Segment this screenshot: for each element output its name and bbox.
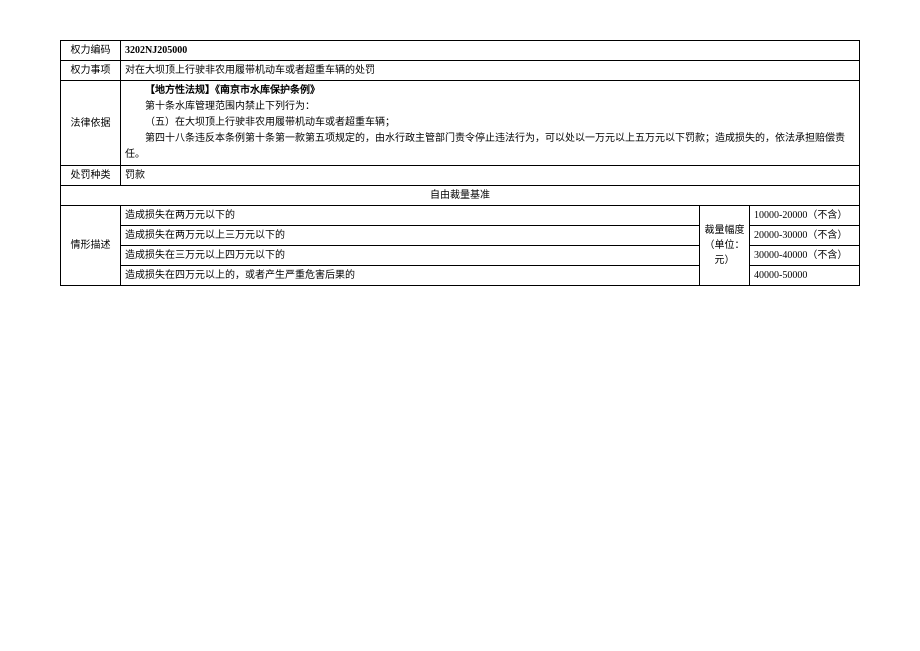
situation-desc-3: 造成损失在四万元以上的，或者产生严重危害后果的	[121, 266, 700, 286]
code-label: 权力编码	[61, 41, 121, 61]
main-table: 权力编码 3202NJ205000 权力事项 对在大坝顶上行驶非农用履带机动车或…	[60, 40, 860, 286]
legal-line-2: 第十条水库管理范围内禁止下列行为：	[125, 99, 855, 115]
discretion-header: 自由裁量基准	[61, 186, 860, 206]
situation-range-1: 20000-30000（不含）	[750, 226, 860, 246]
situation-label: 情形描述	[61, 206, 121, 286]
code-value: 3202NJ205000	[121, 41, 860, 61]
situation-range-2: 30000-40000（不含）	[750, 246, 860, 266]
item-label: 权力事项	[61, 61, 121, 81]
legal-basis-cell: 【地方性法规】《南京市水库保护条例》 第十条水库管理范围内禁止下列行为： （五）…	[121, 81, 860, 166]
situation-range-0: 10000-20000（不含）	[750, 206, 860, 226]
legal-line-4: 第四十八条违反本条例第十条第一款第五项规定的，由水行政主管部门责令停止违法行为，…	[125, 131, 855, 163]
legal-line-3: （五）在大坝顶上行驶非农用履带机动车或者超重车辆；	[125, 115, 855, 131]
legal-line-1: 【地方性法规】《南京市水库保护条例》	[125, 83, 855, 99]
penalty-label: 处罚种类	[61, 166, 121, 186]
range-unit-label: 裁量幅度（单位：元）	[700, 206, 750, 286]
item-value: 对在大坝顶上行驶非农用履带机动车或者超重车辆的处罚	[121, 61, 860, 81]
penalty-value: 罚款	[121, 166, 860, 186]
situation-range-3: 40000-50000	[750, 266, 860, 286]
situation-desc-1: 造成损失在两万元以上三万元以下的	[121, 226, 700, 246]
situation-desc-0: 造成损失在两万元以下的	[121, 206, 700, 226]
situation-desc-2: 造成损失在三万元以上四万元以下的	[121, 246, 700, 266]
legal-label: 法律依据	[61, 81, 121, 166]
